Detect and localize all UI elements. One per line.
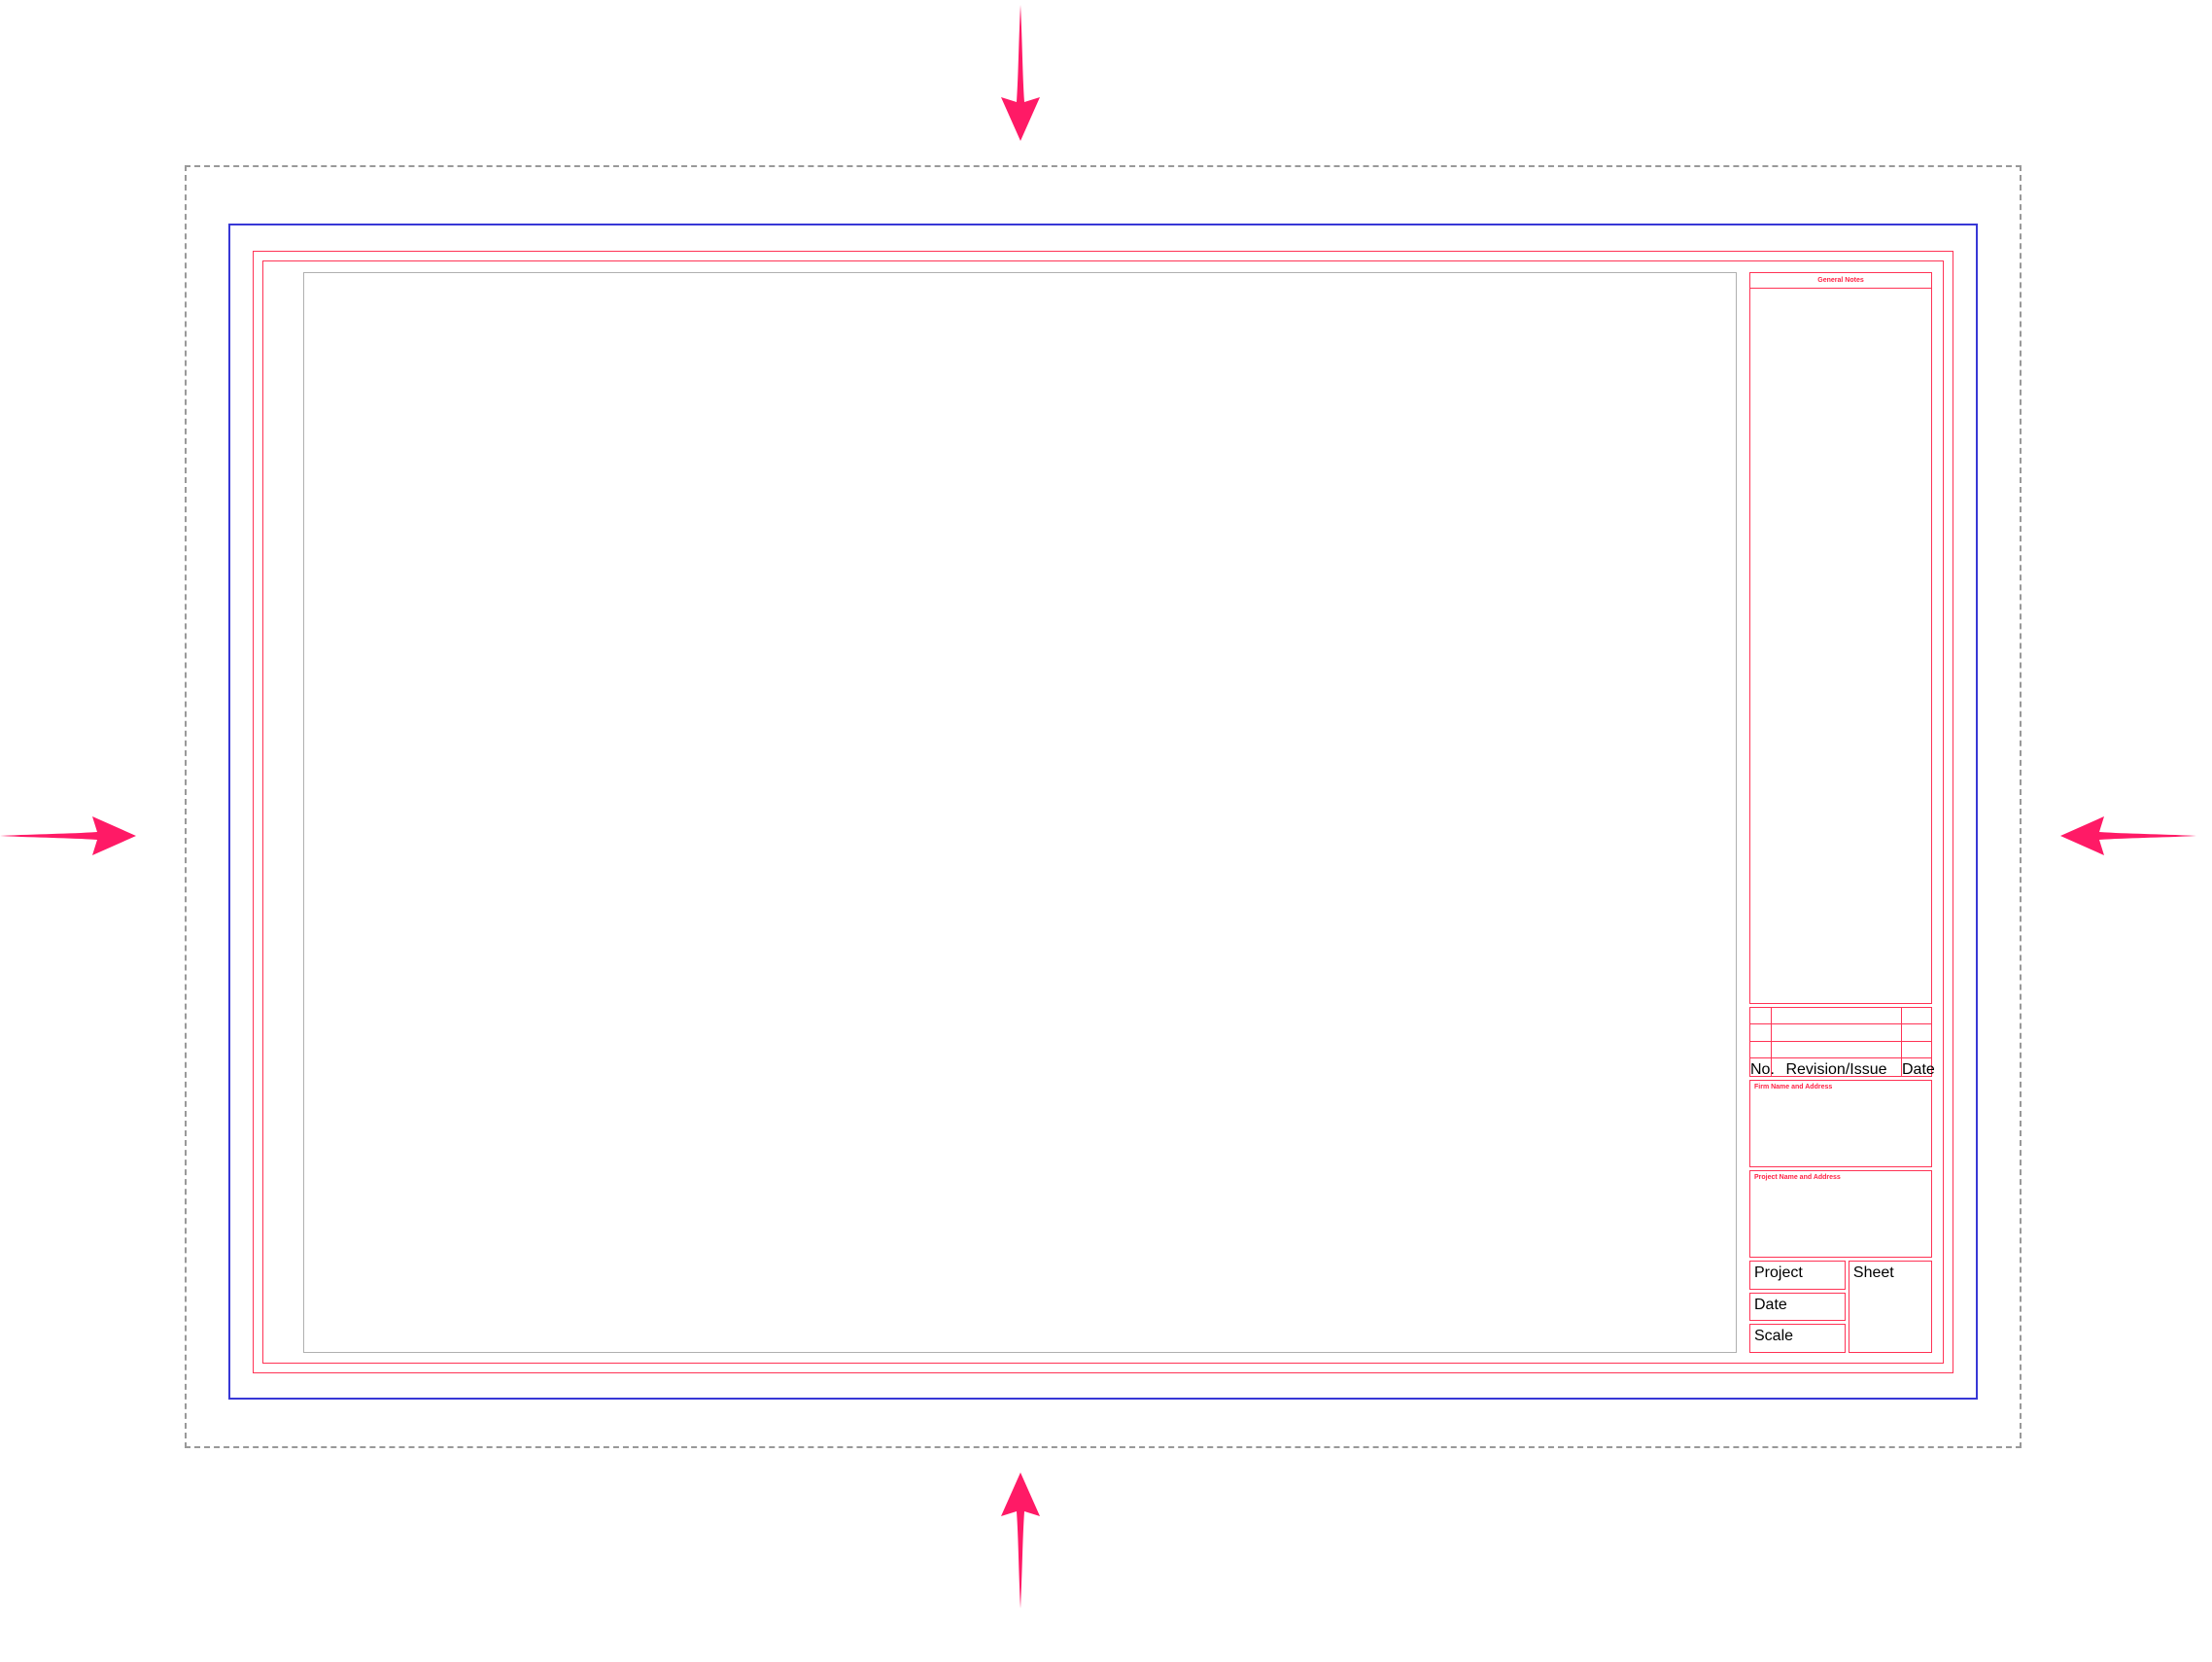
drawing-area bbox=[303, 272, 1737, 1353]
project-field-label: Project bbox=[1754, 1264, 1803, 1281]
sheet-field: Sheet bbox=[1849, 1261, 1932, 1353]
arrow-left-icon bbox=[2060, 807, 2196, 865]
firm-label: Firm Name and Address bbox=[1754, 1084, 1832, 1091]
date-field: Date bbox=[1749, 1293, 1846, 1322]
scale-field: Scale bbox=[1749, 1324, 1846, 1353]
sheet-field-label: Sheet bbox=[1853, 1264, 1894, 1281]
project-address-label: Project Name and Address bbox=[1754, 1174, 1841, 1181]
firm-block: Firm Name and Address bbox=[1749, 1080, 1932, 1167]
date-field-label: Date bbox=[1754, 1297, 1787, 1313]
arrow-right-icon bbox=[0, 807, 136, 865]
general-notes-header: General Notes bbox=[1750, 273, 1931, 289]
general-notes-block: General Notes bbox=[1749, 272, 1932, 1004]
revision-row-empty bbox=[1750, 1042, 1931, 1058]
revision-block: No. Revision/Issue Date bbox=[1749, 1007, 1932, 1077]
revision-col-desc: Revision/Issue bbox=[1772, 1058, 1902, 1076]
project-field: Project bbox=[1749, 1261, 1846, 1290]
revision-col-no: No. bbox=[1750, 1058, 1772, 1076]
revision-row-empty bbox=[1750, 1008, 1931, 1024]
general-notes-body bbox=[1750, 289, 1931, 1003]
project-address-block: Project Name and Address bbox=[1749, 1170, 1932, 1258]
info-row: Project Date Scale Sheet bbox=[1749, 1261, 1932, 1353]
revision-header-row: No. Revision/Issue Date bbox=[1750, 1058, 1931, 1076]
scale-field-label: Scale bbox=[1754, 1328, 1793, 1344]
info-left-column: Project Date Scale bbox=[1749, 1261, 1846, 1353]
arrow-down-icon bbox=[991, 5, 1050, 141]
revision-row-empty bbox=[1750, 1024, 1931, 1041]
revision-col-date: Date bbox=[1902, 1058, 1931, 1076]
arrow-up-icon bbox=[991, 1472, 1050, 1609]
title-block: General Notes No. Revision/Issue Date Fi… bbox=[1749, 272, 1932, 1353]
